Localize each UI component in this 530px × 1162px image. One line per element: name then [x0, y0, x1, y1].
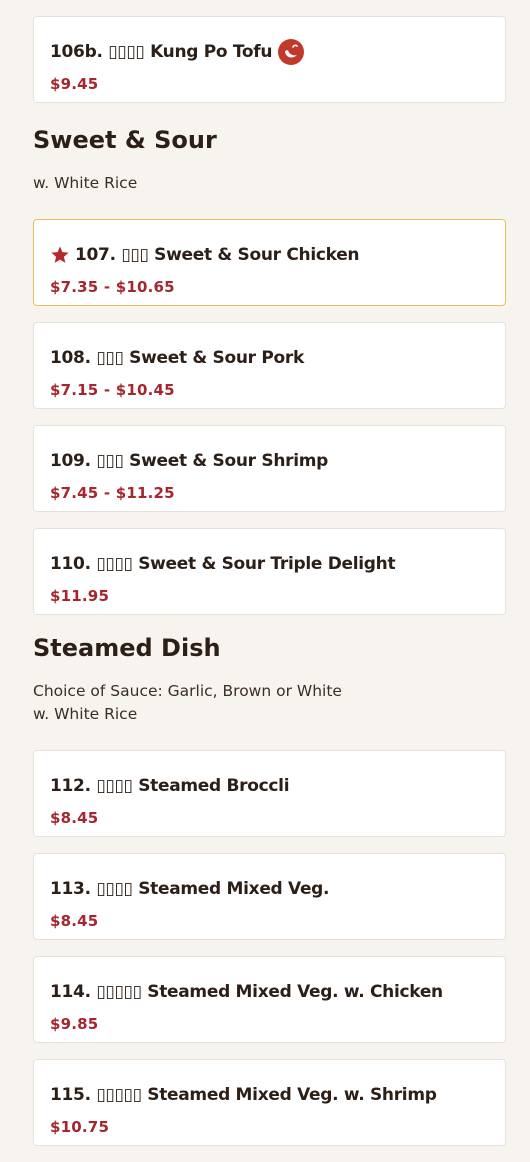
section-sweet-sour: Sweet & Sour w. White Rice 107. ▯▯▯ Swee… — [33, 125, 506, 615]
menu-list: 106b. ▯▯▯▯ Kung Po Tofu $9.45 Sweet & So… — [33, 0, 506, 1162]
menu-item-price: $7.45 - $11.25 — [50, 484, 175, 502]
menu-item-card[interactable]: 114. ▯▯▯▯▯ Steamed Mixed Veg. w. Chicken… — [33, 956, 506, 1043]
menu-item-name: 109. ▯▯▯ Sweet & Sour Shrimp — [50, 451, 329, 471]
menu-item-price: $7.35 - $10.65 — [50, 278, 175, 296]
chili-pepper-icon — [278, 39, 305, 65]
menu-item-name: 110. ▯▯▯▯ Sweet & Sour Triple Delight — [50, 554, 396, 574]
section-steamed-dish: Steamed Dish Choice of Sauce: Garlic, Br… — [33, 633, 506, 1146]
menu-item-name: 112. ▯▯▯▯ Steamed Broccli — [50, 776, 290, 796]
menu-item-name: 107. ▯▯▯ Sweet & Sour Chicken — [75, 245, 360, 265]
menu-item-name-row: 108. ▯▯▯ Sweet & Sour Pork — [50, 323, 489, 373]
menu-item-name: 114. ▯▯▯▯▯ Steamed Mixed Veg. w. Chicken — [50, 982, 443, 1002]
menu-item-name: 108. ▯▯▯ Sweet & Sour Pork — [50, 348, 304, 368]
menu-item-card[interactable]: 113. ▯▯▯▯ Steamed Mixed Veg. $8.45 — [33, 853, 506, 940]
menu-item-price: $9.45 — [50, 75, 99, 93]
menu-item-name-row: 107. ▯▯▯ Sweet & Sour Chicken — [50, 220, 489, 270]
menu-item-name: 115. ▯▯▯▯▯ Steamed Mixed Veg. w. Shrimp — [50, 1085, 437, 1105]
menu-item-price: $10.75 — [50, 1118, 110, 1136]
section-description-line: Choice of Sauce: Garlic, Brown or White — [33, 682, 342, 700]
menu-item-name: 113. ▯▯▯▯ Steamed Mixed Veg. — [50, 879, 330, 899]
section-title: Steamed Dish — [33, 634, 221, 662]
section-description-line: w. White Rice — [33, 705, 138, 723]
menu-item-card[interactable]: 115. ▯▯▯▯▯ Steamed Mixed Veg. w. Shrimp … — [33, 1059, 506, 1146]
menu-item-price: $8.45 — [50, 912, 99, 930]
menu-item-card-featured[interactable]: 107. ▯▯▯ Sweet & Sour Chicken $7.35 - $1… — [33, 219, 506, 306]
section-description-line: w. White Rice — [33, 174, 138, 192]
menu-item-card[interactable]: 110. ▯▯▯▯ Sweet & Sour Triple Delight $1… — [33, 528, 506, 615]
section-description: Choice of Sauce: Garlic, Brown or White … — [33, 680, 506, 726]
menu-item-name-row: 113. ▯▯▯▯ Steamed Mixed Veg. — [50, 854, 489, 904]
menu-item-card[interactable]: 109. ▯▯▯ Sweet & Sour Shrimp $7.45 - $11… — [33, 425, 506, 512]
menu-item-card[interactable]: 106b. ▯▯▯▯ Kung Po Tofu $9.45 — [33, 16, 506, 103]
menu-item-name: 106b. ▯▯▯▯ Kung Po Tofu — [50, 42, 273, 62]
menu-item-price: $9.85 — [50, 1015, 99, 1033]
menu-item-card[interactable]: 108. ▯▯▯ Sweet & Sour Pork $7.15 - $10.4… — [33, 322, 506, 409]
menu-item-name-row: 106b. ▯▯▯▯ Kung Po Tofu — [50, 17, 489, 67]
section-title: Sweet & Sour — [33, 126, 217, 154]
menu-item-price: $8.45 — [50, 809, 99, 827]
menu-item-name-row: 110. ▯▯▯▯ Sweet & Sour Triple Delight — [50, 529, 489, 579]
section-description: w. White Rice — [33, 172, 506, 195]
menu-item-name-row: 115. ▯▯▯▯▯ Steamed Mixed Veg. w. Shrimp — [50, 1060, 489, 1110]
menu-item-price: $11.95 — [50, 587, 110, 605]
menu-item-name-row: 114. ▯▯▯▯▯ Steamed Mixed Veg. w. Chicken — [50, 957, 489, 1007]
star-icon — [51, 246, 69, 263]
menu-item-price: $7.15 - $10.45 — [50, 381, 175, 399]
menu-item-name-row: 112. ▯▯▯▯ Steamed Broccli — [50, 751, 489, 801]
menu-item-card[interactable]: 112. ▯▯▯▯ Steamed Broccli $8.45 — [33, 750, 506, 837]
menu-item-name-row: 109. ▯▯▯ Sweet & Sour Shrimp — [50, 426, 489, 476]
